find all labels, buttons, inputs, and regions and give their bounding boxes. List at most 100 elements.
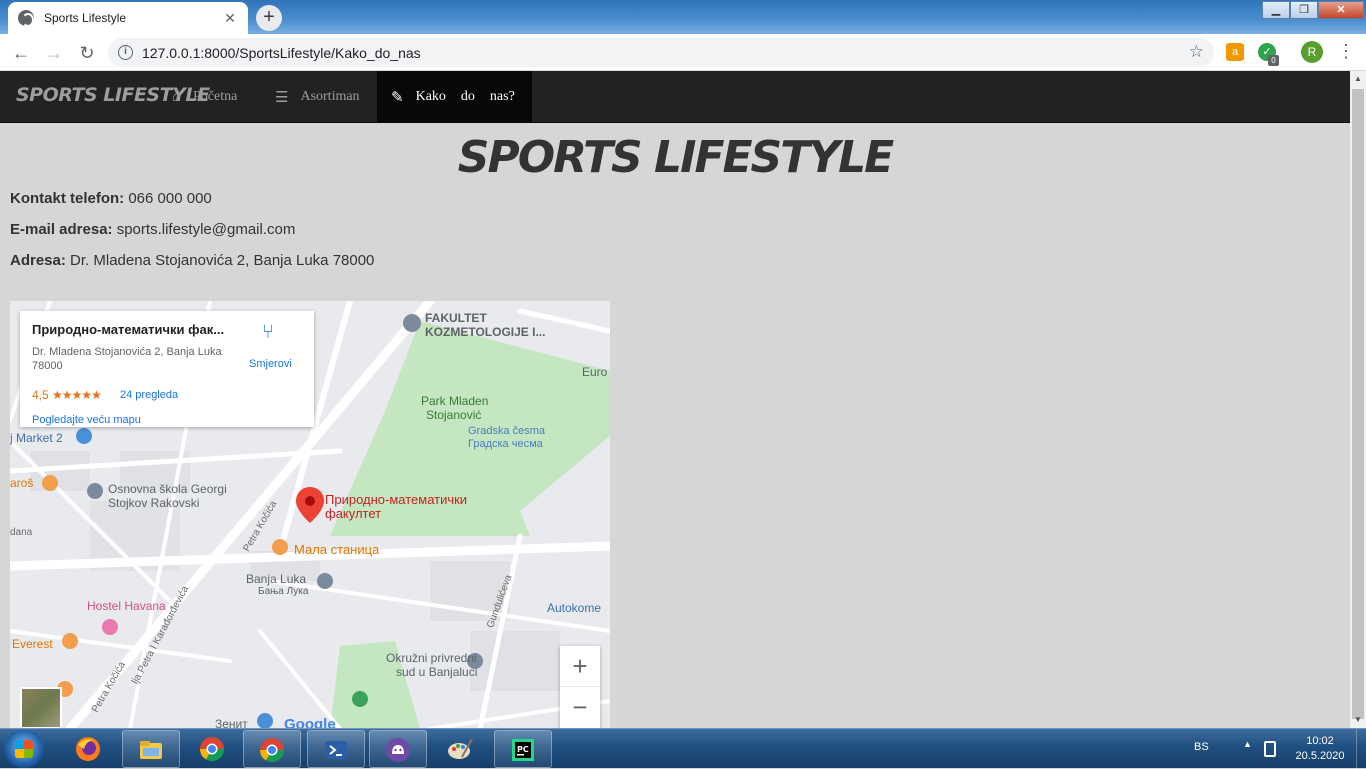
clock-time: 10:02	[1306, 735, 1334, 747]
phone-label: Kontakt telefon:	[10, 190, 125, 207]
page-title: SPORTS LIFESTYLE	[457, 132, 894, 183]
start-button[interactable]	[4, 730, 44, 768]
map-label-pmf: факултет	[325, 506, 382, 521]
page-scrollbar[interactable]: ▲ ▼	[1350, 71, 1366, 728]
address-value: Dr. Mladena Stojanovića 2, Banja Luka 78…	[70, 252, 375, 269]
nav-item-kako-do-nas[interactable]: ✎ Kako do nas?	[377, 71, 532, 123]
taskbar-chrome[interactable]	[184, 730, 242, 768]
rating-stars-icon: ★★★★★	[52, 388, 102, 402]
tab-title: Sports Lifestyle	[44, 11, 127, 25]
scroll-down-arrow-icon[interactable]: ▼	[1350, 712, 1366, 728]
paint-icon	[448, 738, 473, 759]
tray-expand-icon[interactable]: ▲	[1243, 739, 1252, 749]
folder-icon	[140, 741, 162, 759]
map-label-park: Stojanović	[426, 408, 482, 422]
extension-badge: 0	[1268, 55, 1279, 66]
directions-icon[interactable]: ⑂	[262, 321, 274, 344]
map-label-everest: Everest	[12, 637, 53, 651]
nav-item-label: Početna	[193, 89, 238, 104]
show-desktop-button[interactable]	[1356, 729, 1366, 769]
email-line: E-mail adresa: sports.lifestyle@gmail.co…	[10, 221, 295, 238]
home-icon: ⌂	[172, 88, 182, 105]
map-label-banja-luka: Banja Luka	[246, 572, 307, 586]
map-label-okruzni: sud u Banjaluci	[396, 665, 478, 679]
menu-dots-icon[interactable]: ⋮	[1337, 42, 1355, 60]
system-clock[interactable]: 10:02 20.5.2020	[1290, 734, 1350, 764]
map-label-autokome: Autokome	[547, 601, 602, 615]
scrollbar-thumb[interactable]	[1352, 89, 1364, 719]
tab-close-icon[interactable]: ✕	[222, 10, 238, 27]
map-label-hostel: Hostel Havana	[87, 599, 166, 613]
language-indicator[interactable]: BS	[1194, 741, 1209, 753]
profile-avatar[interactable]: R	[1301, 41, 1323, 63]
google-map-embed[interactable]: FAKULTET KOZMETOLOGIJE I... Euro Park Ml…	[10, 301, 610, 729]
place-name: Природно-математички фак...	[32, 322, 225, 337]
nav-item-label-word: do	[460, 89, 475, 104]
email-label: E-mail adresa:	[10, 221, 113, 238]
chrome-icon	[200, 737, 224, 762]
browser-tab[interactable]: Sports Lifestyle ✕	[8, 2, 248, 34]
email-value: sports.lifestyle@gmail.com	[116, 221, 296, 238]
firefox-icon	[76, 737, 100, 761]
forward-arrow-icon[interactable]: →	[42, 41, 66, 65]
map-label-skola: Stojkov Rakovski	[108, 496, 200, 510]
place-info-card: Природно-математички фак... Dr. Mladena …	[20, 311, 314, 427]
zoom-out-button[interactable]: −	[560, 687, 600, 728]
pycharm-icon: PC	[512, 739, 534, 761]
taskbar-explorer[interactable]	[122, 730, 180, 768]
map-label-market: j Market 2	[10, 431, 63, 445]
back-arrow-icon[interactable]: ←	[9, 41, 33, 65]
place-rating: 4,5 ★★★★★	[32, 388, 102, 402]
nav-item-asortiman[interactable]: ☰ Asortiman	[275, 71, 360, 123]
windows-taskbar: PC BS ▲ 10:02 20.5.2020	[0, 728, 1366, 769]
browser-toolbar: ← → ↻ i 127.0.0.1:8000/SportsLifestyle/K…	[0, 34, 1366, 71]
window-controls: ▁ ❐ ✕	[1262, 1, 1364, 19]
taskbar-chrome-active[interactable]	[243, 730, 301, 768]
new-tab-button[interactable]: +	[256, 5, 282, 31]
nav-item-label-word: nas?	[489, 89, 515, 104]
bookmark-star-icon[interactable]: ☆	[1189, 42, 1204, 62]
directions-link[interactable]: Smjerovi	[249, 358, 292, 370]
bigger-map-link[interactable]: Pogledajte veću mapu	[32, 414, 141, 426]
zoom-control: + −	[560, 646, 600, 729]
site-navbar: SPORTS LIFESTYLE ⌂ Početna ☰ Asortiman ✎…	[0, 71, 1350, 123]
shopping-extension-icon[interactable]: a	[1226, 43, 1244, 61]
url-text[interactable]: 127.0.0.1:8000/SportsLifestyle/Kako_do_n…	[142, 45, 421, 61]
chrome-icon	[260, 738, 284, 763]
window-close-icon[interactable]: ✕	[1318, 1, 1364, 19]
maximize-icon[interactable]: ❐	[1290, 1, 1318, 19]
phone-value: 066 000 000	[128, 190, 212, 207]
pin-icon: ✎	[391, 89, 404, 106]
map-label-okruzni: Okružni privredni	[386, 651, 477, 665]
browser-tabstrip: Sports Lifestyle ✕ + ▁ ❐ ✕	[0, 0, 1366, 34]
taskbar-pycharm[interactable]: PC	[494, 730, 552, 768]
nav-item-label-word: Kako	[415, 89, 446, 104]
minimize-icon[interactable]: ▁	[1262, 1, 1290, 19]
map-label-kozmetologije: KOZMETOLOGIJE I...	[425, 325, 546, 339]
map-label-banja-luka-cyr: Бања Лука	[258, 586, 309, 597]
globe-icon	[18, 10, 34, 27]
clock-date: 20.5.2020	[1295, 750, 1345, 762]
map-label-cesma: Gradska česma	[468, 425, 546, 437]
taskbar-powershell[interactable]	[307, 730, 365, 768]
taskbar-paint[interactable]	[432, 730, 490, 768]
power-icon[interactable]	[1264, 741, 1276, 757]
github-icon	[386, 738, 410, 762]
rating-value: 4,5	[32, 388, 49, 402]
map-label-fakultet: FAKULTET	[425, 311, 487, 325]
phone-line: Kontakt telefon: 066 000 000	[10, 190, 212, 207]
scroll-up-arrow-icon[interactable]: ▲	[1350, 71, 1366, 87]
map-label-pmf: Природно-математички	[325, 492, 468, 507]
powershell-icon	[325, 741, 347, 759]
map-label-park: Park Mladen	[421, 394, 489, 408]
address-bar[interactable]: i 127.0.0.1:8000/SportsLifestyle/Kako_do…	[108, 38, 1214, 67]
satellite-toggle-thumbnail[interactable]	[20, 687, 62, 729]
reload-icon[interactable]: ↻	[75, 41, 99, 65]
address-label: Adresa:	[10, 252, 66, 269]
zoom-in-button[interactable]: +	[560, 646, 600, 687]
nav-item-pocetna[interactable]: ⌂ Početna	[172, 71, 237, 123]
taskbar-firefox[interactable]	[60, 730, 118, 768]
info-icon[interactable]: i	[118, 45, 133, 60]
reviews-link[interactable]: 24 pregleda	[120, 389, 178, 401]
taskbar-github[interactable]	[369, 730, 427, 768]
